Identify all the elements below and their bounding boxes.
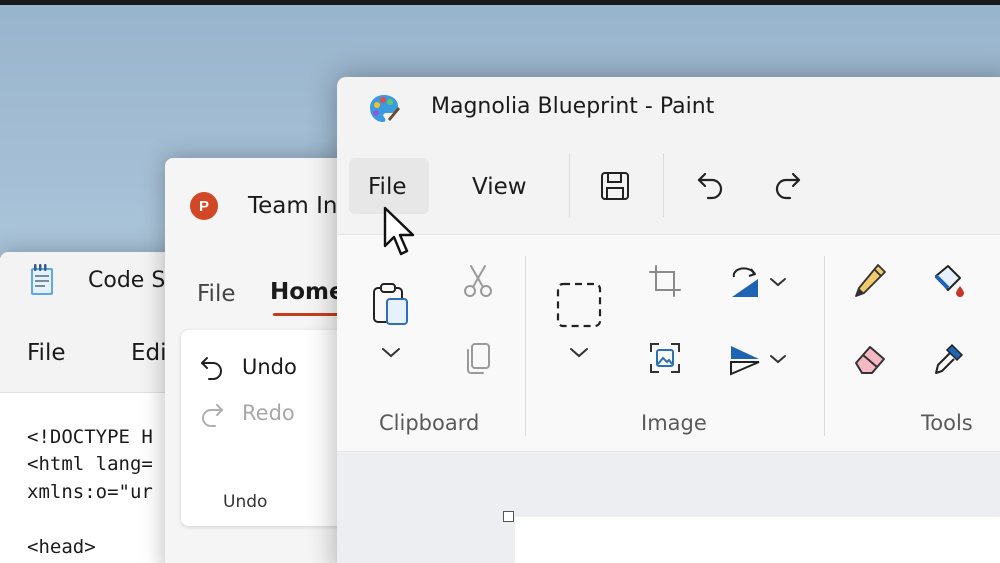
ribbon-group-label-tools: Tools	[921, 411, 973, 435]
code-line: <head>	[27, 536, 96, 558]
paint-canvas[interactable]	[515, 517, 1000, 563]
eraser-icon[interactable]	[852, 341, 890, 377]
menu-separator	[569, 153, 570, 217]
paint-window-title: Magnolia Blueprint - Paint	[431, 94, 715, 119]
flip-dropdown-chevron-icon[interactable]	[768, 351, 788, 367]
ribbon-group-label: Undo	[223, 492, 268, 512]
image-properties-icon[interactable]	[648, 341, 682, 375]
powerpoint-tab-home[interactable]: Home	[270, 279, 345, 305]
ribbon-separator	[525, 256, 526, 436]
paint-app-icon	[370, 95, 400, 122]
paste-dropdown-chevron-icon[interactable]	[380, 344, 402, 362]
redo-icon	[202, 404, 223, 427]
redo-button: Redo	[242, 401, 295, 425]
powerpoint-app-icon: P	[190, 192, 218, 220]
rotate-dropdown-chevron-icon[interactable]	[768, 274, 788, 290]
ribbon-separator	[824, 256, 825, 436]
code-line: <html lang=	[27, 453, 153, 475]
paint-menu-view[interactable]: View	[472, 174, 527, 200]
redo-icon[interactable]	[770, 169, 804, 203]
menu-separator	[663, 153, 664, 217]
notepad-menu-edit[interactable]: Edi	[131, 340, 167, 366]
save-icon[interactable]	[598, 169, 632, 203]
ribbon-group-label-image: Image	[641, 411, 707, 435]
active-tab-indicator	[273, 313, 343, 316]
select-dropdown-chevron-icon[interactable]	[568, 344, 590, 362]
undo-button[interactable]: Undo	[242, 355, 297, 379]
powerpoint-tab-file[interactable]: File	[197, 281, 236, 307]
undo-icon[interactable]	[198, 353, 226, 381]
canvas-resize-handle[interactable]	[503, 511, 514, 522]
paint-menu-file[interactable]: File	[368, 174, 407, 200]
color-picker-icon[interactable]	[930, 341, 966, 377]
powerpoint-window-title: Team In	[248, 193, 338, 219]
fill-bucket-icon[interactable]	[928, 262, 966, 300]
notepad-window-title: Code S	[88, 268, 166, 293]
rotate-icon[interactable]	[728, 265, 762, 299]
code-line: xmlns:o="ur	[27, 481, 153, 503]
code-line: <!DOCTYPE H	[27, 426, 153, 448]
ribbon-group-label-clipboard: Clipboard	[379, 411, 480, 435]
pencil-icon[interactable]	[852, 262, 888, 300]
mouse-cursor-icon	[383, 206, 415, 256]
screen-top-strip	[0, 0, 1000, 5]
select-rectangle-icon[interactable]	[555, 281, 603, 329]
flip-icon[interactable]	[728, 342, 762, 376]
notepad-icon	[31, 264, 53, 295]
cut-icon[interactable]	[461, 263, 495, 299]
copy-icon[interactable]	[463, 341, 493, 377]
crop-icon[interactable]	[648, 264, 682, 298]
undo-icon[interactable]	[694, 169, 728, 203]
notepad-menu-file[interactable]: File	[27, 340, 66, 366]
paste-icon[interactable]	[370, 281, 412, 327]
